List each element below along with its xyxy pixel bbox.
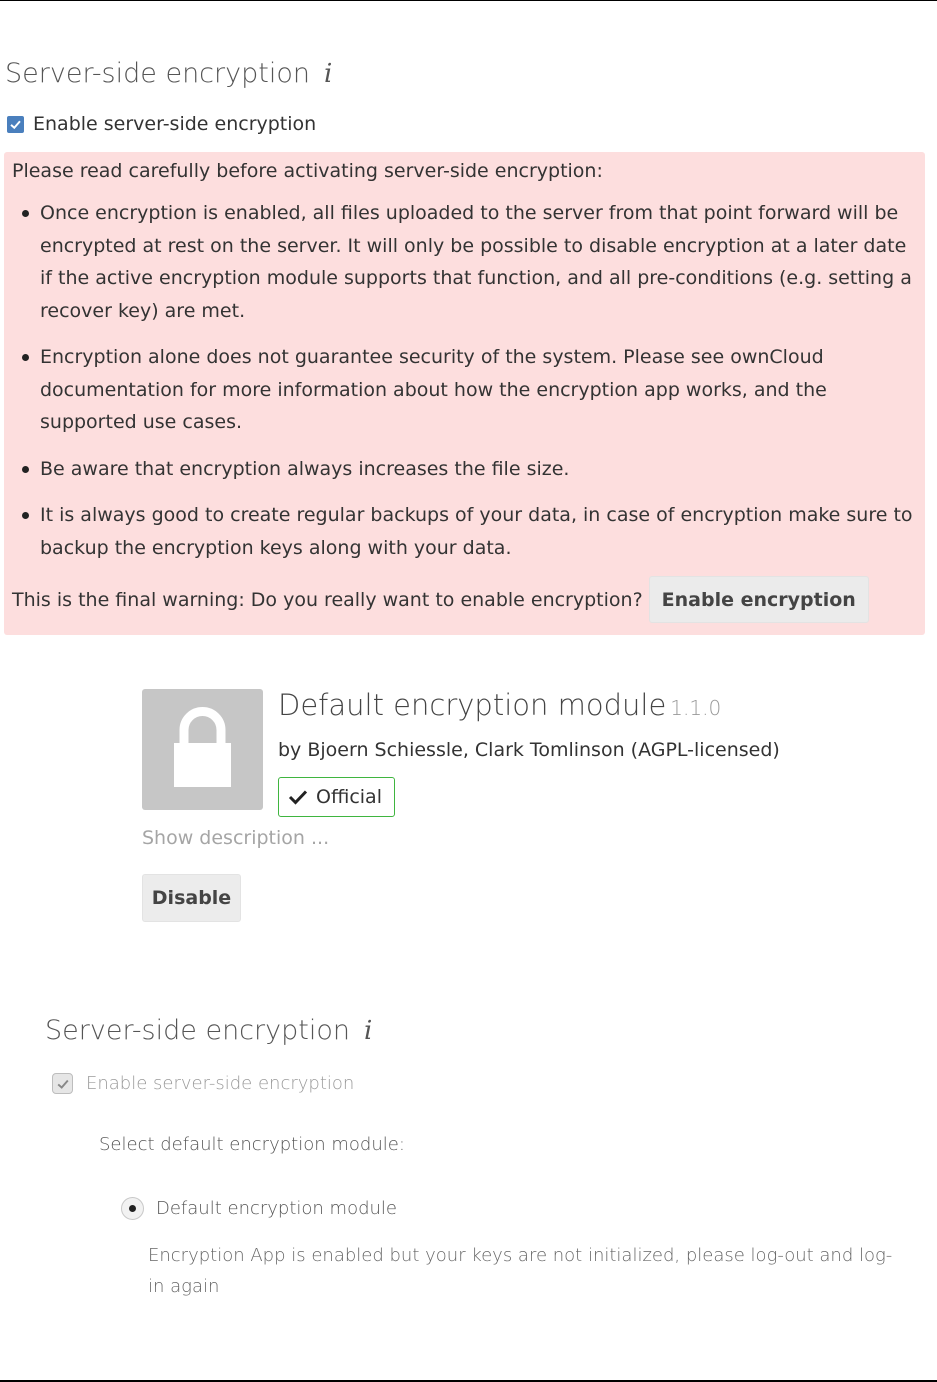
checkmark-icon (57, 1079, 69, 1089)
warning-item: It is always good to create regular back… (4, 499, 925, 564)
show-description-link[interactable]: Show description ... (142, 827, 329, 849)
checkmark-icon (288, 790, 308, 805)
enable-encryption-label[interactable]: Enable server-side encryption (33, 113, 316, 135)
module-radio[interactable] (121, 1197, 144, 1220)
module-radio-row[interactable]: Default encryption module (121, 1197, 397, 1220)
select-module-label: Select default encryption module: (99, 1134, 405, 1155)
encryption-section-heading: Server-side encryption i (5, 58, 332, 89)
radio-selected-dot (129, 1205, 136, 1212)
final-warning-text: This is the final warning: Do you really… (12, 588, 643, 611)
warning-item: Once encryption is enabled, all files up… (4, 197, 925, 327)
bullet-icon (22, 210, 29, 217)
app-icon (142, 689, 263, 810)
info-icon[interactable]: i (324, 59, 332, 89)
admin-enable-checkbox (52, 1073, 73, 1094)
admin-encryption-heading: Server-side encryption i (45, 1015, 372, 1046)
bullet-icon (22, 354, 29, 361)
enable-encryption-button[interactable]: Enable encryption (648, 576, 869, 623)
warning-item: Be aware that encryption always increase… (4, 453, 925, 486)
app-version: 1.1.0 (670, 696, 722, 720)
warning-intro: Please read carefully before activating … (12, 160, 603, 182)
lock-icon (174, 707, 231, 787)
final-warning-row: This is the final warning: Do you really… (12, 576, 869, 623)
warning-list: Once encryption is enabled, all files up… (4, 197, 925, 578)
bullet-icon (22, 512, 29, 519)
encryption-warning-box: Please read carefully before activating … (4, 152, 925, 635)
enable-encryption-checkbox-row[interactable]: Enable server-side encryption (7, 113, 316, 135)
info-icon[interactable]: i (364, 1016, 372, 1046)
disable-button[interactable]: Disable (142, 874, 241, 922)
warning-item: Encryption alone does not guarantee secu… (4, 341, 925, 439)
app-author: by Bjoern Schiessle, Clark Tomlinson (AG… (278, 739, 780, 761)
official-label: Official (316, 786, 382, 808)
app-name: Default encryption module (278, 688, 667, 722)
admin-enable-label: Enable server-side encryption (86, 1073, 355, 1094)
module-radio-label[interactable]: Default encryption module (156, 1198, 397, 1219)
checkmark-icon (10, 120, 21, 129)
admin-enable-checkbox-row: Enable server-side encryption (52, 1073, 354, 1094)
bullet-icon (22, 465, 29, 473)
section-title: Server-side encryption (5, 58, 310, 89)
top-border (0, 0, 937, 1)
section-title: Server-side encryption (45, 1015, 350, 1046)
enable-encryption-checkbox[interactable] (7, 115, 24, 133)
official-badge: Official (278, 777, 395, 817)
app-title: Default encryption module 1.1.0 (278, 688, 721, 722)
module-status-message: Encryption App is enabled but your keys … (148, 1245, 893, 1297)
